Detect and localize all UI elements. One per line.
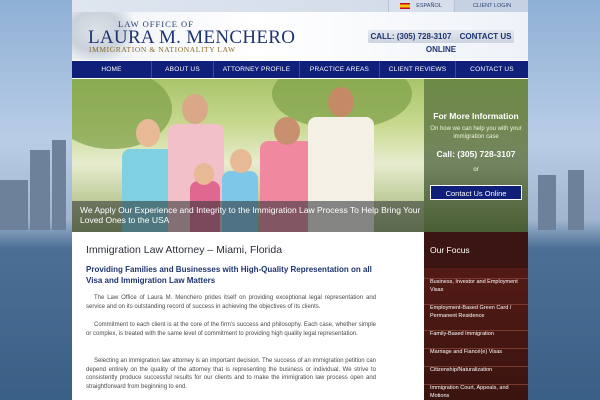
paragraph: The Law Office of Laura M. Menchero prid… [86,295,376,310]
page-title: Immigration Law Attorney – Miami, Florid… [86,244,283,256]
building [568,170,584,230]
sidebar-item-business-visas[interactable]: Business, Investor and Employment Visas [424,278,528,294]
building [0,180,28,230]
main-content: Immigration Law Attorney – Miami, Florid… [72,232,424,400]
person-figure [328,87,354,117]
nav-item-home[interactable]: HOME [72,61,152,78]
site-container: ESPAÑOL CLIENT LOGIN LAW OFFICE OF LAURA… [72,0,528,400]
building [538,175,556,230]
paragraph: Selecting an immigration law attorney is… [86,358,376,390]
person-figure [230,149,252,173]
call-contact-box: CALL: (305) 728-3107 CONTACT US ONLINE [368,30,514,54]
focus-sidebar: Our Focus Business, Investor and Employm… [424,232,528,400]
page-subtitle: Providing Families and Businesses with H… [86,265,372,285]
spain-flag-icon [400,2,411,9]
call-text[interactable]: CALL: (305) 728-3107 [370,32,451,41]
sidebar-item-citizenship[interactable]: Citizenship/Naturalization [424,366,528,375]
paragraph: Commitment to each client is at the core… [86,322,376,337]
sidebar-item-marriage-visas[interactable]: Marriage and Fiancé(e) Visas [424,348,528,357]
background-right [528,0,600,400]
contact-us-online-button[interactable]: Contact Us Online [430,185,522,200]
building [30,150,50,230]
info-panel-title: For More Information [433,111,519,121]
nav-item-attorney-profile[interactable]: ATTORNEY PROFILE [214,61,300,78]
info-panel-subtitle: On how we can help you with your immigra… [430,126,522,140]
nav-item-about-us[interactable]: ABOUT US [152,61,214,78]
client-login-button[interactable]: CLIENT LOGIN [454,0,528,12]
header: LAW OFFICE OF LAURA M. MENCHERO IMMIGRAT… [72,12,528,60]
language-label: ESPAÑOL [416,3,442,9]
info-panel-or: or [473,167,479,173]
top-bar: ESPAÑOL CLIENT LOGIN [72,0,528,12]
person-figure [274,117,300,145]
person-figure [194,163,214,185]
nav-item-client-reviews[interactable]: CLIENT REVIEWS [380,61,456,78]
hero-caption: We Apply Our Experience and Integrity to… [72,201,424,232]
building [52,140,66,230]
language-button[interactable]: ESPAÑOL [388,0,453,12]
person-figure [182,94,208,124]
info-panel: For More Information On how we can help … [424,79,528,232]
nav-item-contact-us[interactable]: CONTACT US [456,61,528,78]
logo-line3: IMMIGRATION & NATIONALITY LAW [89,45,236,54]
sidebar-item-immigration-court[interactable]: Immigration Court, Appeals, and Motions [424,384,528,400]
sidebar-item-green-card[interactable]: Employment-Based Green Card / Permanent … [424,304,528,320]
hero-banner: We Apply Our Experience and Integrity to… [72,79,528,232]
background-left [0,0,72,400]
nav-item-practice-areas[interactable]: PRACTICE AREAS [300,61,380,78]
person-figure [136,119,160,147]
main-nav: HOME ABOUT US ATTORNEY PROFILE PRACTICE … [72,61,528,78]
sidebar-title: Our Focus [424,232,528,268]
sidebar-item-family-immigration[interactable]: Family-Based Immigration [424,330,528,339]
info-panel-phone[interactable]: Call: (305) 728-3107 [424,149,528,159]
